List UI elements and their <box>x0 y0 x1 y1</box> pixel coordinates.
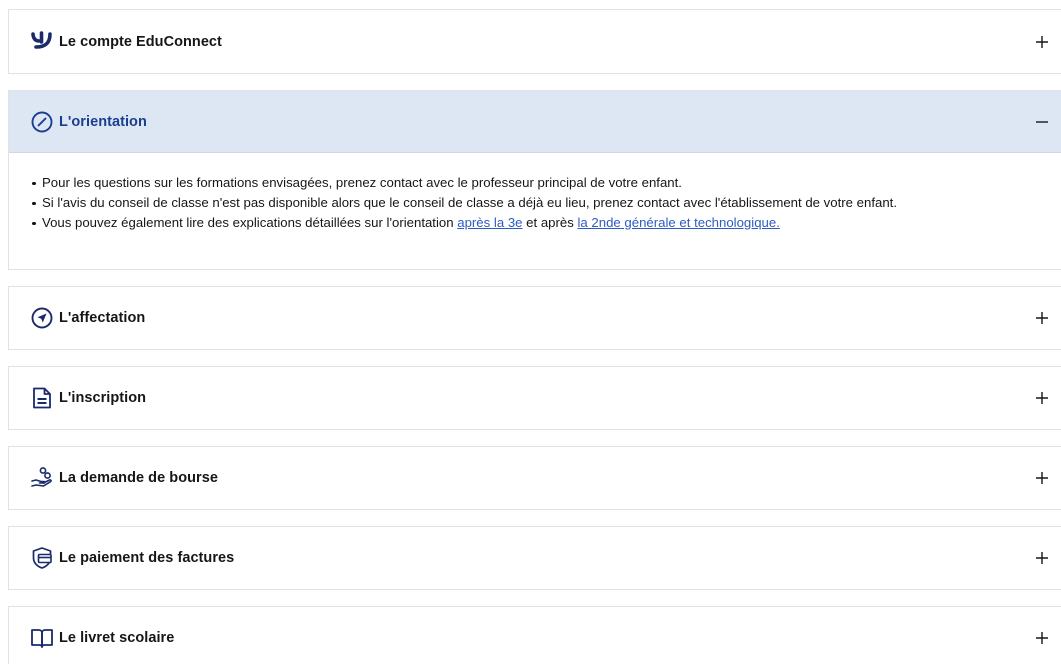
accordion-header-affectation[interactable]: L'affectation <box>9 287 1061 349</box>
accordion-title: L'orientation <box>59 113 147 130</box>
accordion-header-paiement[interactable]: Le paiement des factures <box>9 527 1061 589</box>
book-icon <box>30 626 54 650</box>
list-item: Vous pouvez également lire des explicati… <box>32 213 1061 233</box>
accordion-title: L'inscription <box>59 390 147 406</box>
accordion-panel-orientation: Pour les questions sur les formations en… <box>9 153 1061 233</box>
document-icon <box>30 386 54 410</box>
accordion-item-inscription: L'inscription <box>8 366 1061 430</box>
bullet-list: Pour les questions sur les formations en… <box>31 173 1061 233</box>
accordion: Le compte EduConnect L'orientation Pour … <box>0 0 1061 664</box>
plus-icon[interactable] <box>1033 389 1051 407</box>
accordion-item-bourse: La demande de bourse <box>8 446 1061 510</box>
plus-icon[interactable] <box>1033 309 1051 327</box>
accordion-item-educonnect: Le compte EduConnect <box>8 9 1061 74</box>
accordion-header-bourse[interactable]: La demande de bourse <box>9 447 1061 509</box>
compass-icon <box>30 110 54 134</box>
accordion-title: L'affectation <box>59 310 146 326</box>
accordion-title: Le paiement des factures <box>59 550 235 566</box>
hand-coins-icon <box>30 466 54 490</box>
shield-card-icon <box>30 546 54 570</box>
accordion-title: Le livret scolaire <box>59 630 175 646</box>
plus-icon[interactable] <box>1033 629 1051 647</box>
accordion-item-paiement: Le paiement des factures <box>8 526 1061 590</box>
list-item: Si l'avis du conseil de classe n'est pas… <box>32 193 1061 213</box>
educonnect-logo-icon <box>30 30 54 54</box>
accordion-header-educonnect[interactable]: Le compte EduConnect <box>9 10 1061 73</box>
accordion-title: La demande de bourse <box>59 470 218 486</box>
plus-icon[interactable] <box>1033 33 1051 51</box>
link-apres-3e[interactable]: après la 3e <box>457 215 522 230</box>
accordion-header-inscription[interactable]: L'inscription <box>9 367 1061 429</box>
minus-icon[interactable] <box>1033 113 1051 131</box>
list-item-text: et après <box>522 215 578 230</box>
accordion-header-orientation[interactable]: L'orientation <box>9 91 1061 153</box>
accordion-item-affectation: L'affectation <box>8 286 1061 350</box>
plus-icon[interactable] <box>1033 469 1051 487</box>
navigation-arrow-icon <box>30 306 54 330</box>
list-item: Pour les questions sur les formations en… <box>32 173 1061 193</box>
accordion-title: Le compte EduConnect <box>59 33 222 50</box>
plus-icon[interactable] <box>1033 549 1051 567</box>
accordion-header-livret[interactable]: Le livret scolaire <box>9 607 1061 664</box>
list-item-text: Vous pouvez également lire des explicati… <box>42 215 458 230</box>
accordion-item-orientation: L'orientation Pour les questions sur les… <box>8 90 1061 270</box>
accordion-item-livret: Le livret scolaire <box>8 606 1061 664</box>
link-2nde-generale[interactable]: la 2nde générale et technologique. <box>577 215 779 230</box>
